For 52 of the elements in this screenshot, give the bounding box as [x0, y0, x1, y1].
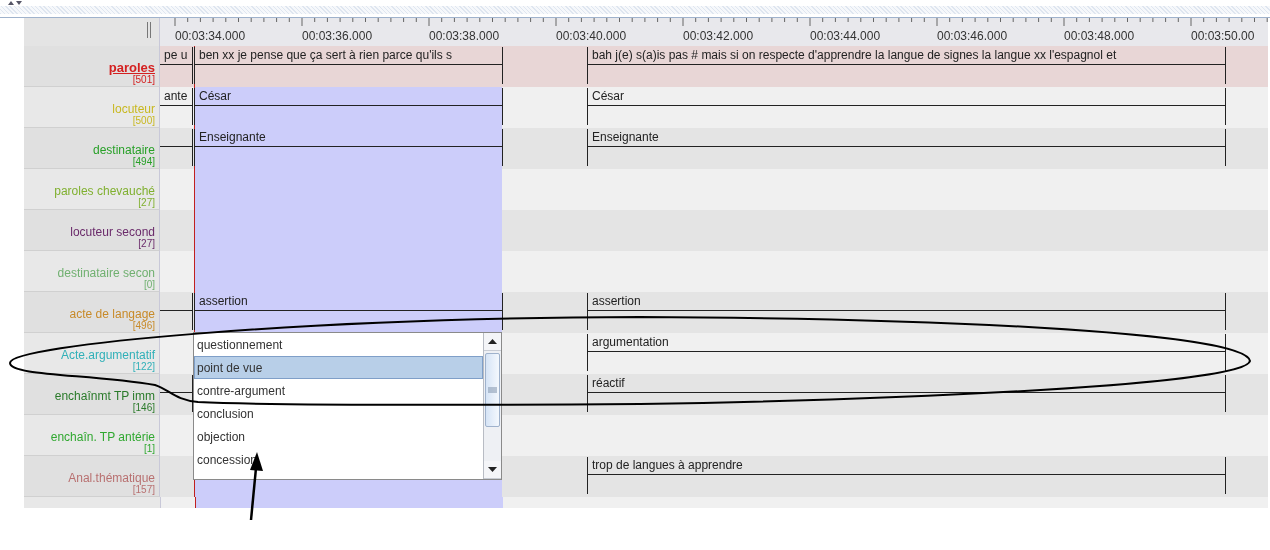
annotation-count: [1]: [143, 444, 155, 454]
annotation[interactable]: Enseignante: [194, 129, 503, 166]
collapse-icon[interactable]: [8, 0, 24, 6]
annotation[interactable]: César: [587, 88, 1226, 125]
time-label: 00:03:42.000: [683, 29, 755, 43]
scrollbar[interactable]: [483, 333, 501, 479]
list-item[interactable]: objection: [194, 425, 483, 448]
annotation[interactable]: ben xx je pense que ça sert à rien parce qu'ils s: [194, 47, 503, 84]
annotation-count: [0]: [143, 280, 155, 290]
time-label: 00:03:36.000: [302, 29, 374, 43]
time-label: 00:03:38.000: [429, 29, 501, 43]
time-label: 00:03:50.00: [1191, 29, 1256, 43]
annotation-count: [501]: [132, 75, 155, 85]
annotation-count: [157]: [132, 485, 155, 495]
annotation-count: [27]: [138, 239, 155, 249]
time-label: 00:03:48.000: [1064, 29, 1136, 43]
tier-name[interactable]: locuteur second: [70, 225, 155, 239]
list-item[interactable]: point de vue: [194, 356, 483, 379]
annotation[interactable]: [160, 293, 193, 330]
annotation-count: [27]: [138, 198, 155, 208]
annotation[interactable]: argumentation: [587, 334, 1226, 371]
annotation-count: [146]: [132, 403, 155, 413]
annotation[interactable]: réactif: [587, 375, 1226, 412]
annotation[interactable]: Enseignante: [587, 129, 1226, 166]
annotation[interactable]: César: [194, 88, 503, 125]
time-label: 00:03:46.000: [937, 29, 1009, 43]
time-label: 00:03:40.000: [556, 29, 628, 43]
annotation-count: [496]: [132, 321, 155, 331]
annotation-count: [494]: [132, 157, 155, 167]
annotation[interactable]: [160, 129, 193, 166]
annotation[interactable]: assertion: [587, 293, 1226, 330]
list-item[interactable]: questionnement: [194, 333, 483, 356]
annotation-count: [500]: [132, 116, 155, 126]
annotation[interactable]: pe u: [160, 47, 193, 84]
list-item[interactable]: conclusion: [194, 402, 483, 425]
annotation[interactable]: ante: [160, 88, 193, 125]
value-list[interactable]: questionnement point de vue contre-argument conclusion objection concession: [193, 332, 502, 480]
time-label: 00:03:34.000: [175, 29, 247, 43]
scroll-down-icon[interactable]: [488, 467, 497, 472]
splitter-handle-icon[interactable]: [147, 22, 151, 38]
annotation[interactable]: trop de langues à apprendre: [587, 457, 1226, 494]
list-item[interactable]: contre-argument: [194, 379, 483, 402]
tier-name[interactable]: paroles: [108, 61, 155, 75]
time-ruler[interactable]: 00:03:34.000 00:03:36.000 00:03:38.000 00:03:40.000 00:03:42.000 00:03:44.000 00:03:46.000 00:03:48.000 00:03:50.00: [160, 18, 1268, 46]
tier-name[interactable]: enchaînmt TP imm: [54, 389, 155, 403]
annotation[interactable]: bah j(e) s(a)is pas # mais si on respecte d'apprendre la langue de signes la langue xx l'espagnol et: [587, 47, 1226, 84]
annotation[interactable]: assertion: [194, 293, 503, 330]
scroll-up-icon[interactable]: [488, 339, 497, 344]
grip-icon[interactable]: [488, 387, 497, 393]
list-item[interactable]: concession: [194, 448, 483, 471]
annotation-count: [122]: [132, 362, 155, 372]
time-label: 00:03:44.000: [810, 29, 882, 43]
